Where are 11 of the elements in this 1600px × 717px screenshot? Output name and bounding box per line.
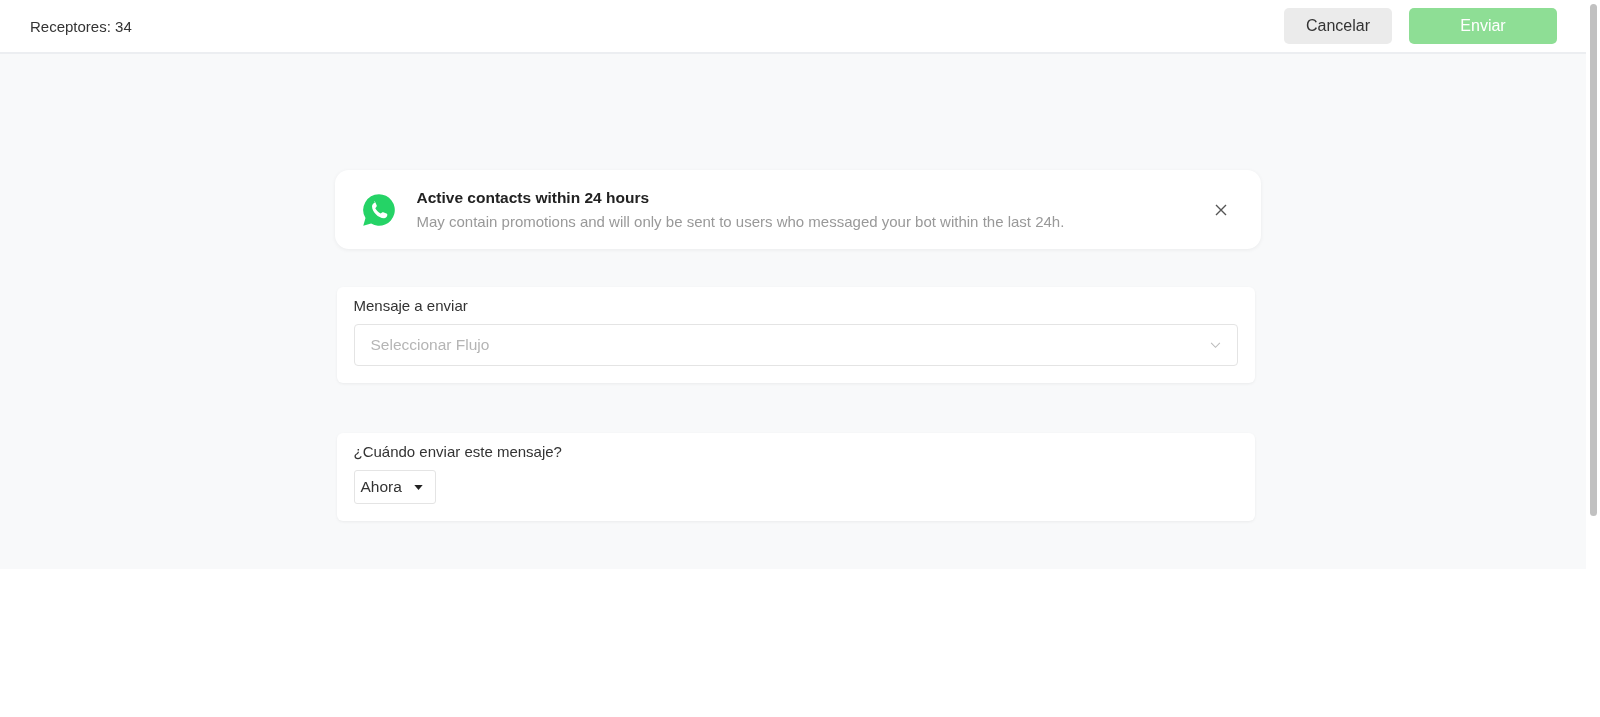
chevron-down-icon bbox=[1209, 341, 1221, 349]
close-icon[interactable] bbox=[1214, 203, 1227, 216]
banner-title: Active contacts within 24 hours bbox=[416, 189, 651, 207]
message-label: Mensaje a enviar bbox=[353, 297, 469, 314]
banner-description: May contain promotions and will only be sent to users who messaged your bot within the last 24h. bbox=[416, 213, 1066, 230]
receivers-count: Receptores: 34 bbox=[30, 17, 132, 35]
chat-phone-icon bbox=[360, 191, 397, 228]
caret-down-icon bbox=[413, 484, 423, 490]
time-select[interactable]: Ahora bbox=[353, 470, 436, 504]
cancel-button[interactable]: Cancelar bbox=[1284, 8, 1392, 44]
schedule-label: ¿Cuándo enviar este mensaje? bbox=[353, 443, 563, 460]
